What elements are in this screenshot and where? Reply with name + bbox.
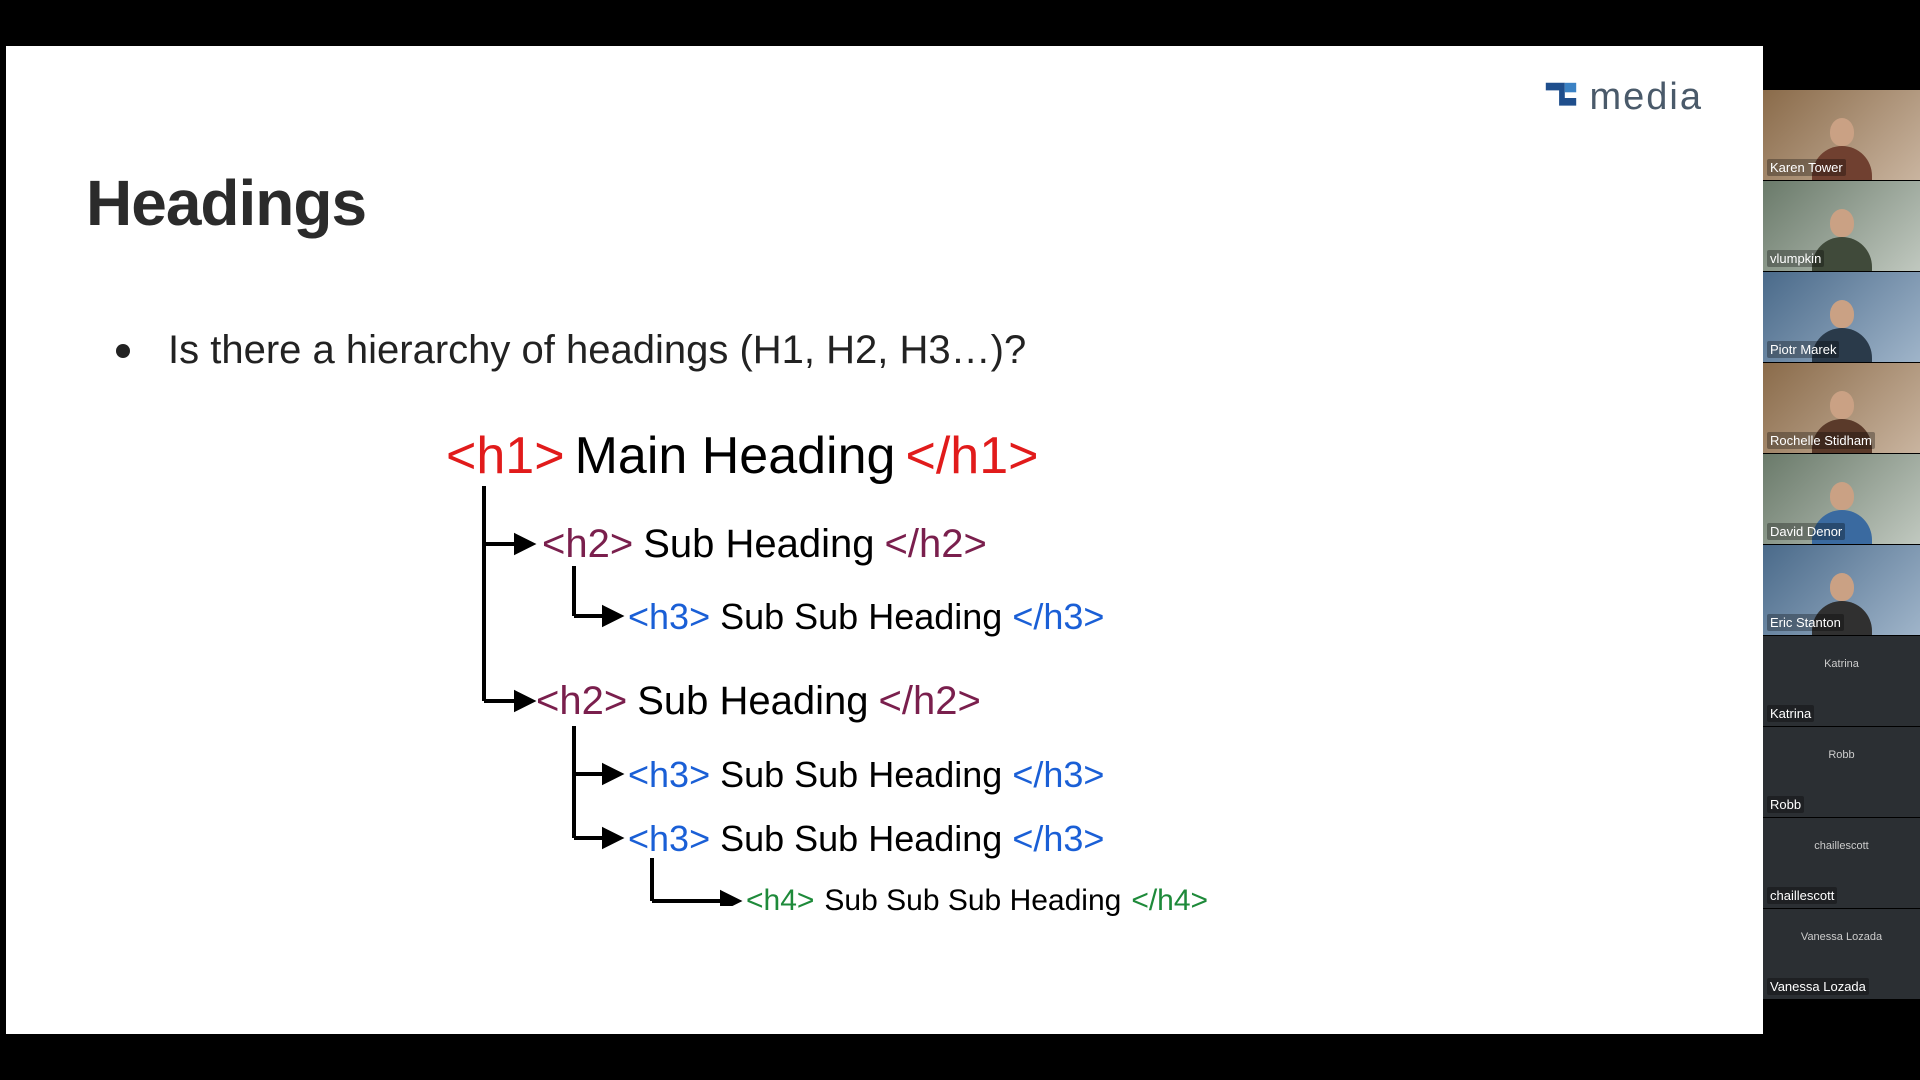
participant-name: Piotr Marek [1767, 341, 1839, 358]
participant-tile[interactable]: Katrina Katrina [1763, 635, 1920, 726]
h3b-open-tag: <h3> [628, 754, 710, 796]
bullet-text: Is there a hierarchy of headings (H1, H2… [168, 328, 1026, 373]
bullet-item: Is there a hierarchy of headings (H1, H2… [116, 328, 1026, 373]
h2a-open-tag: <h2> [542, 522, 633, 567]
participant-placeholder: Robb [1763, 749, 1920, 761]
participant-name: David Denor [1767, 523, 1845, 540]
h4-text: Sub Sub Sub Heading [824, 884, 1121, 918]
participant-tile[interactable]: Rochelle Stidham [1763, 362, 1920, 453]
participant-tile[interactable]: David Denor [1763, 453, 1920, 544]
diagram-h3-b: <h3> Sub Sub Heading </h3> [628, 754, 1104, 796]
participant-tile[interactable]: Piotr Marek [1763, 271, 1920, 362]
participants-strip: Karen Tower vlumpkin Piotr Marek Rochell… [1763, 90, 1920, 999]
h2b-text: Sub Heading [637, 679, 868, 724]
h4-open-tag: <h4> [746, 884, 814, 918]
participant-tile[interactable]: vlumpkin [1763, 180, 1920, 271]
h3b-text: Sub Sub Heading [720, 754, 1002, 796]
h3a-close-tag: </h3> [1012, 596, 1104, 638]
participant-name: Robb [1767, 796, 1804, 813]
participant-name: Karen Tower [1767, 159, 1846, 176]
diagram-h3-c: <h3> Sub Sub Heading </h3> [628, 818, 1104, 860]
diagram-h2-a: <h2> Sub Heading </h2> [542, 522, 987, 567]
h2b-close-tag: </h2> [879, 679, 981, 724]
h2a-text: Sub Heading [643, 522, 874, 567]
participant-name: Eric Stanton [1767, 614, 1844, 631]
diagram-h4: <h4> Sub Sub Sub Heading </h4> [746, 884, 1208, 918]
participant-name: Vanessa Lozada [1767, 978, 1869, 995]
participant-name: Katrina [1767, 705, 1814, 722]
participant-tile[interactable]: chaillescott chaillescott [1763, 817, 1920, 908]
h1-close-tag: </h1> [905, 426, 1038, 486]
brand-logo: media [1542, 76, 1704, 119]
participant-placeholder: Katrina [1763, 658, 1920, 670]
diagram-h1: <h1> Main Heading </h1> [446, 426, 1038, 486]
participant-tile[interactable]: Karen Tower [1763, 90, 1920, 180]
diagram-h2-b: <h2> Sub Heading </h2> [536, 679, 981, 724]
app-stage: media Headings Is there a hierarchy of h… [0, 0, 1920, 1080]
h3b-close-tag: </h3> [1012, 754, 1104, 796]
presentation-slide: media Headings Is there a hierarchy of h… [6, 46, 1763, 1034]
participant-placeholder: chaillescott [1763, 840, 1920, 852]
h1-open-tag: <h1> [446, 426, 565, 486]
logo-mark-icon [1542, 79, 1580, 117]
bullet-dot-icon [116, 344, 130, 358]
slide-title: Headings [86, 166, 366, 240]
h3c-close-tag: </h3> [1012, 818, 1104, 860]
h1-text: Main Heading [575, 426, 896, 486]
heading-hierarchy-diagram: <h1> Main Heading </h1> <h2> Sub Heading… [446, 426, 1246, 906]
participant-name: chaillescott [1767, 887, 1837, 904]
h3a-text: Sub Sub Heading [720, 596, 1002, 638]
participant-name: Rochelle Stidham [1767, 432, 1875, 449]
participant-name: vlumpkin [1767, 250, 1824, 267]
h2b-open-tag: <h2> [536, 679, 627, 724]
diagram-h3-a: <h3> Sub Sub Heading </h3> [628, 596, 1104, 638]
h3c-text: Sub Sub Heading [720, 818, 1002, 860]
h2a-close-tag: </h2> [885, 522, 987, 567]
participant-tile[interactable]: Eric Stanton [1763, 544, 1920, 635]
h3c-open-tag: <h3> [628, 818, 710, 860]
participant-placeholder: Vanessa Lozada [1763, 931, 1920, 943]
logo-text: media [1590, 76, 1704, 119]
participant-tile[interactable]: Robb Robb [1763, 726, 1920, 817]
participant-tile[interactable]: Vanessa Lozada Vanessa Lozada [1763, 908, 1920, 999]
h3a-open-tag: <h3> [628, 596, 710, 638]
h4-close-tag: </h4> [1131, 884, 1208, 918]
